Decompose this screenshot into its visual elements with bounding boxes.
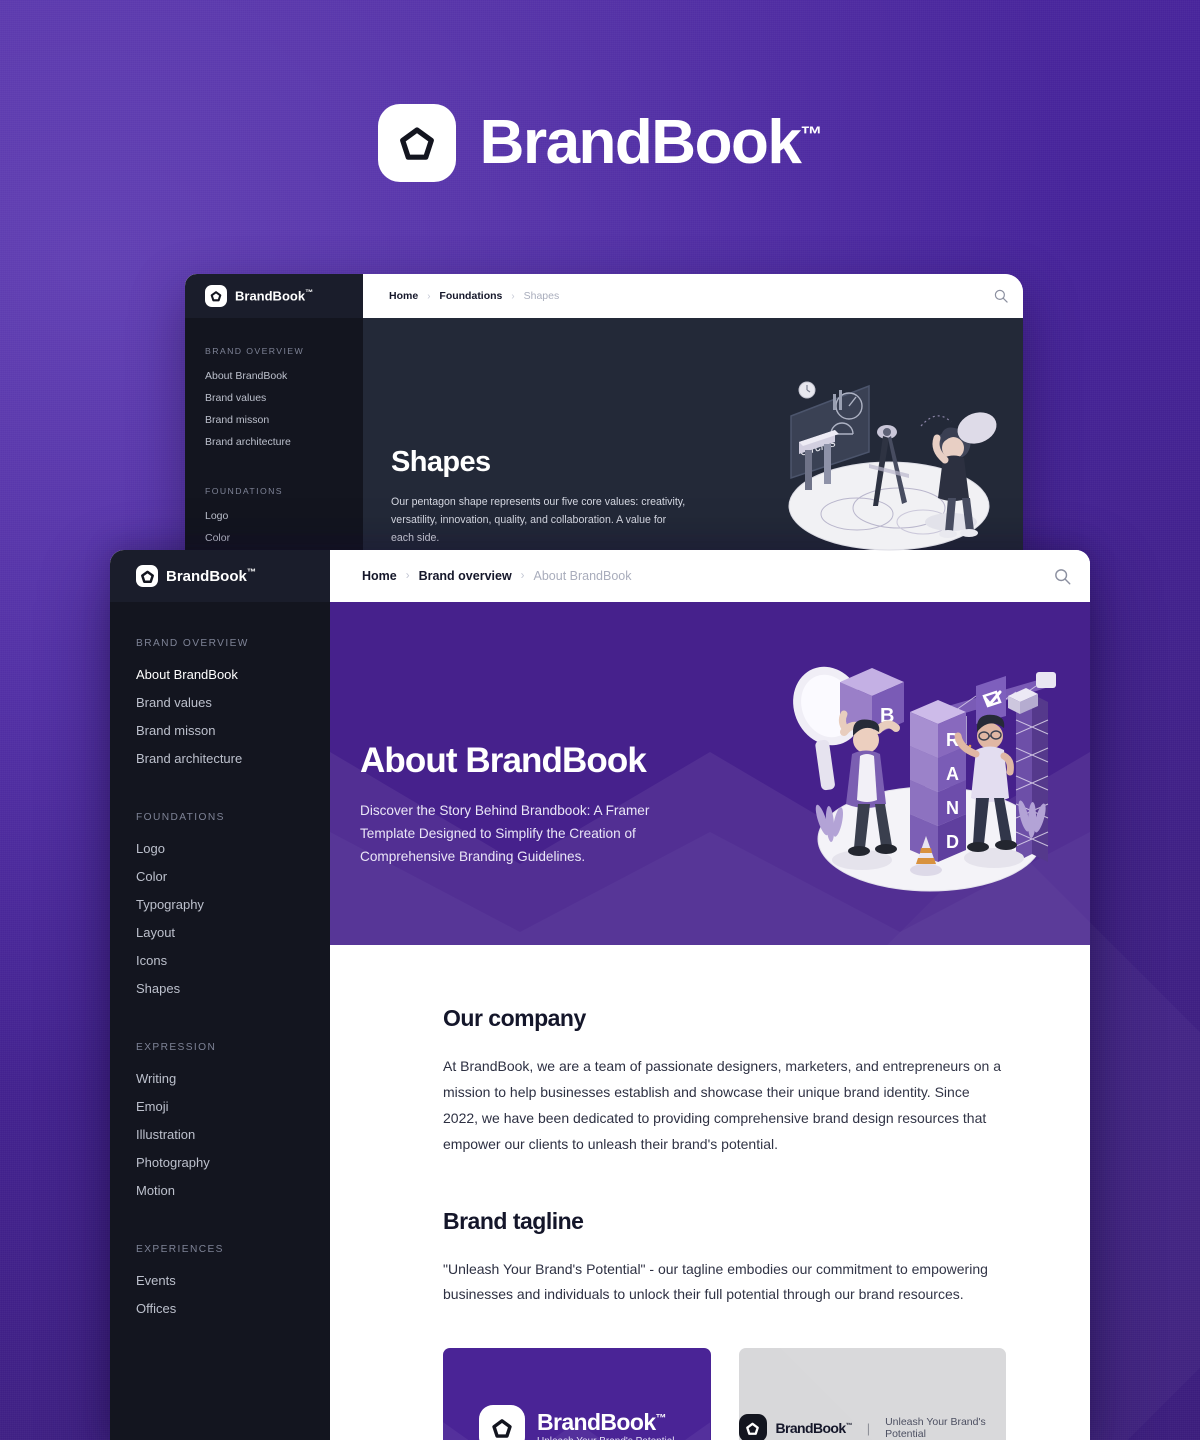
our-company-body: At BrandBook, we are a team of passionat… xyxy=(443,1058,1001,1152)
pentagon-logo-icon xyxy=(205,285,227,307)
brand-tagline-body: "Unleash Your Brand's Potential" - our t… xyxy=(443,1260,988,1303)
sidebar-item-writing[interactable]: Writing xyxy=(136,1071,304,1086)
brandbook-wordmark-text: BrandBook xyxy=(479,108,802,177)
about-breadcrumb: Home › Brand overview › About BrandBook xyxy=(330,569,1034,583)
circles-chalkboard-compass-illustration: Circles xyxy=(773,356,1005,556)
shapes-breadcrumb: Home › Foundations › Shapes xyxy=(363,290,979,302)
brand-blocks-construction-illustration: D N A R B xyxy=(780,624,1080,924)
logo-card-grey[interactable]: BrandBook™ | Unleash Your Brand's Potent… xyxy=(738,1348,1007,1440)
breadcrumb-item-brand-overview[interactable]: Brand overview xyxy=(419,569,512,583)
logo-card-purple-tagline: Unleash Your Brand's Potential xyxy=(537,1436,675,1440)
about-sidebar: BRAND OVERVIEW About BrandBook Brand val… xyxy=(110,602,330,1440)
sidebar-item-brand-values[interactable]: Brand values xyxy=(136,695,304,710)
svg-text:A: A xyxy=(946,764,959,784)
search-icon[interactable] xyxy=(1034,550,1090,602)
about-sidebar-logo-text: BrandBook xyxy=(166,568,247,585)
sidebar-item-brand-misson[interactable]: Brand misson xyxy=(136,723,304,738)
nav-group-expression: EXPRESSION xyxy=(136,1042,217,1053)
about-hero: About BrandBook Discover the Story Behin… xyxy=(330,602,1090,945)
breadcrumb-item-shapes: Shapes xyxy=(523,290,560,302)
shapes-window-header: BrandBook™ Home › Foundations › Shapes xyxy=(185,274,1023,318)
logo-card-grey-tagline: Unleash Your Brand's Potential xyxy=(885,1416,986,1440)
sidebar-item-events[interactable]: Events xyxy=(136,1273,304,1288)
pentagon-logo-icon xyxy=(478,1405,525,1440)
trademark-symbol: ™ xyxy=(845,1422,853,1430)
brand-tagline-heading: Brand tagline xyxy=(443,1207,584,1234)
about-main-content: About BrandBook Discover the Story Behin… xyxy=(330,602,1090,1440)
sidebar-item-icons[interactable]: Icons xyxy=(136,953,304,968)
sidebar-item-brand-misson[interactable]: Brand misson xyxy=(205,414,343,426)
sidebar-item-color[interactable]: Color xyxy=(205,532,343,544)
logo-card-grey-wordmark: BrandBook xyxy=(775,1420,847,1436)
sidebar-item-brand-values[interactable]: Brand values xyxy=(205,392,343,404)
breadcrumb-item-foundations[interactable]: Foundations xyxy=(439,290,502,302)
sidebar-item-layout[interactable]: Layout xyxy=(136,925,304,940)
nav-group-foundations: FOUNDATIONS xyxy=(205,486,283,496)
page-title: About BrandBook xyxy=(360,741,647,780)
breadcrumb-item-home[interactable]: Home xyxy=(362,569,397,583)
about-article: Our company At BrandBook, we are a team … xyxy=(330,945,1090,1440)
sidebar-item-logo[interactable]: Logo xyxy=(136,841,304,856)
logo-card-purple-wordmark: BrandBook xyxy=(536,1408,656,1435)
about-hero-copy: About BrandBook Discover the Story Behin… xyxy=(360,741,690,868)
chevron-right-icon: › xyxy=(520,570,525,582)
breadcrumb-item-home[interactable]: Home xyxy=(389,290,418,302)
trademark-symbol: ™ xyxy=(800,121,823,147)
about-hero-description: Discover the Story Behind Brandbook: A F… xyxy=(360,802,650,864)
sidebar-item-photography[interactable]: Photography xyxy=(136,1155,304,1170)
chevron-right-icon: › xyxy=(511,290,515,302)
our-company-heading: Our company xyxy=(443,1005,586,1031)
chevron-right-icon: › xyxy=(427,290,431,302)
sidebar-item-about-brandbook[interactable]: About BrandBook xyxy=(136,667,304,682)
about-window-body: BRAND OVERVIEW About BrandBook Brand val… xyxy=(110,602,1090,1440)
sidebar-item-brand-architecture[interactable]: Brand architecture xyxy=(136,751,304,766)
sidebar-item-shapes[interactable]: Shapes xyxy=(136,981,304,996)
about-window-header: BrandBook™ Home › Brand overview › About… xyxy=(110,550,1090,602)
shapes-sidebar-header: BrandBook™ xyxy=(185,274,363,318)
shapes-hero-title: Shapes xyxy=(391,446,491,478)
search-icon[interactable] xyxy=(979,274,1023,318)
pentagon-logo-icon xyxy=(738,1414,767,1440)
logo-lockup-horizontal: BrandBook™ | Unleash Your Brand's Potent… xyxy=(738,1414,1007,1440)
svg-text:N: N xyxy=(946,798,959,818)
nav-group-foundations: FOUNDATIONS xyxy=(136,812,225,823)
nav-group-brand-overview: BRAND OVERVIEW xyxy=(205,346,305,356)
sidebar-item-typography[interactable]: Typography xyxy=(136,897,304,912)
sidebar-item-brand-architecture[interactable]: Brand architecture xyxy=(205,436,343,448)
nav-group-experiences: EXPERIENCES xyxy=(136,1244,224,1255)
trademark-symbol: ™ xyxy=(655,1412,667,1425)
shapes-hero-description: Our pentagon shape represents our five c… xyxy=(391,496,686,545)
pentagon-logo-icon xyxy=(377,104,456,182)
logo-card-purple[interactable]: BrandBook™ Unleash Your Brand's Potentia… xyxy=(443,1348,711,1440)
nav-group-brand-overview: BRAND OVERVIEW xyxy=(136,638,249,649)
chevron-right-icon: › xyxy=(405,570,410,582)
logo-card-divider: | xyxy=(866,1420,871,1436)
sidebar-item-logo[interactable]: Logo xyxy=(205,510,343,522)
pentagon-logo-icon xyxy=(136,565,158,587)
sidebar-item-motion[interactable]: Motion xyxy=(136,1183,304,1198)
about-sidebar-logo[interactable]: BrandBook™ xyxy=(136,565,256,587)
brandbook-title-lockup: BrandBook™ xyxy=(0,104,1200,182)
sidebar-item-offices[interactable]: Offices xyxy=(136,1301,304,1316)
sidebar-item-illustration[interactable]: Illustration xyxy=(136,1127,304,1142)
logo-lockup-stacked: BrandBook™ Unleash Your Brand's Potentia… xyxy=(478,1405,675,1440)
page-backdrop: BrandBook™ BrandBook™ Home › Foundations… xyxy=(0,0,1200,1440)
trademark-symbol: ™ xyxy=(246,567,257,577)
sidebar-item-about-brandbook[interactable]: About BrandBook xyxy=(205,370,343,382)
sidebar-item-color[interactable]: Color xyxy=(136,869,304,884)
about-brandbook-window: BrandBook™ Home › Brand overview › About… xyxy=(110,550,1090,1440)
shapes-sidebar-logo-text: BrandBook xyxy=(235,288,306,304)
breadcrumb-item-about-brandbook: About BrandBook xyxy=(533,569,632,583)
trademark-symbol: ™ xyxy=(305,288,314,298)
sidebar-item-emoji[interactable]: Emoji xyxy=(136,1099,304,1114)
shapes-sidebar-logo[interactable]: BrandBook™ xyxy=(205,285,313,307)
svg-text:D: D xyxy=(946,832,959,852)
shapes-hero-copy: Shapes Our pentagon shape represents our… xyxy=(391,446,691,548)
brandbook-wordmark: BrandBook™ xyxy=(480,112,823,174)
logo-card-row: BrandBook™ Unleash Your Brand's Potentia… xyxy=(443,1348,1006,1440)
about-sidebar-header: BrandBook™ xyxy=(110,550,330,602)
